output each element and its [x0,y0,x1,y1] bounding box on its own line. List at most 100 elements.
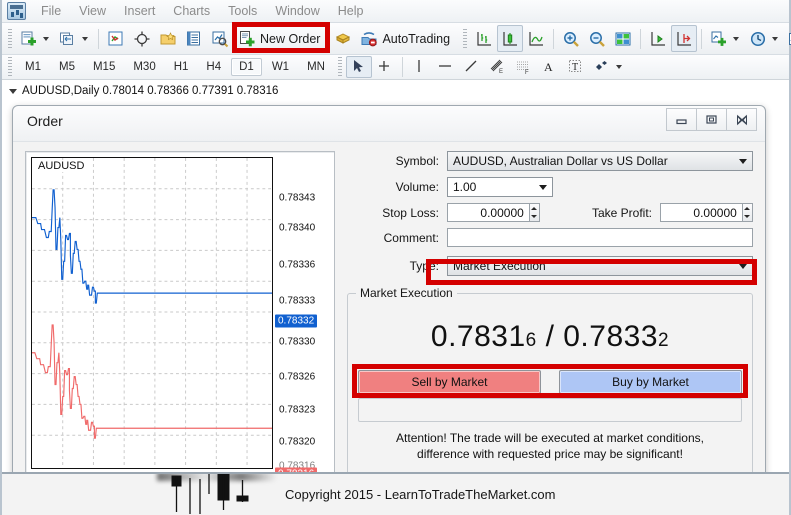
chevron-down-icon[interactable] [82,36,88,41]
text-label-button[interactable]: A [537,56,563,78]
axis-tick: 0.78336 [279,259,316,271]
menu-item-window[interactable]: Window [266,2,328,20]
vertical-line-button[interactable] [407,56,433,78]
fibonacci-icon: F [515,58,533,76]
close-icon [735,114,749,126]
chevron-down-icon[interactable] [43,36,49,41]
take-profit-input[interactable]: 0.00000 [660,203,743,222]
new-order-button[interactable]: New Order [233,25,330,52]
window-buttons [666,108,757,131]
crosshair-button[interactable] [129,25,155,52]
market-execution-group: Market Execution 0.78316 / 0.78332 Sell … [347,286,753,472]
timeframe-m1[interactable]: M1 [17,58,49,76]
symbol-combo[interactable]: AUDUSD, Australian Dollar vs US Dollar [447,151,753,171]
zoom-in-button[interactable] [558,25,584,52]
toolbar-grip-2[interactable] [463,28,468,49]
tools-grip[interactable] [337,57,342,77]
chevron-down-icon[interactable] [739,159,747,164]
tile-windows-icon [59,30,77,48]
fibonacci-button[interactable]: F [511,56,537,78]
menu-item-view[interactable]: View [70,2,115,20]
sell-by-market-button[interactable]: Sell by Market [358,370,541,394]
minimize-button[interactable] [666,108,697,131]
bid-price-fraction: 6 [525,330,537,351]
timeframe-d1[interactable]: D1 [231,58,262,76]
chevron-down-icon[interactable] [739,264,747,269]
metatrader-icon [7,2,26,20]
auto-scroll-button[interactable] [671,25,698,52]
chevron-down-icon[interactable] [772,36,779,41]
timeframe-h4[interactable]: H4 [198,58,229,76]
grid-icon [614,30,632,48]
stop-loss-input[interactable]: 0.00000 [447,203,530,222]
grid-button[interactable] [610,25,636,52]
timeframe-mn[interactable]: MN [299,58,333,76]
axis-tick: 0.78326 [279,371,316,383]
timeframe-m15[interactable]: M15 [85,58,123,76]
chevron-down-icon[interactable] [733,36,740,41]
line-chart-button[interactable] [523,25,549,52]
take-profit-stepper[interactable] [741,203,753,222]
autotrading-icon [360,30,378,48]
menu-item-help[interactable]: Help [329,2,373,20]
toolbar-separator-3 [640,28,642,49]
timeframe-m30[interactable]: M30 [125,58,163,76]
arrows-icon [593,58,611,76]
templates-button[interactable] [784,25,791,52]
terminal-button[interactable] [207,25,233,52]
chevron-down-icon[interactable] [9,88,17,94]
timeframe-h1[interactable]: H1 [166,58,197,76]
stop-loss-value: 0.00000 [480,205,524,220]
metatrader-window: File View Insert Charts Tools Window Hel… [0,0,791,515]
period-button[interactable] [745,25,784,52]
chevron-down-icon[interactable] [615,65,622,69]
restore-button[interactable] [696,108,727,131]
comment-input[interactable] [447,228,753,247]
cursor-tool-button[interactable] [345,56,372,78]
chart-shift-button[interactable] [645,25,671,52]
crosshair-tool-button[interactable] [372,56,398,78]
autotrading-button[interactable]: AutoTrading [356,25,459,52]
stop-loss-stepper[interactable] [528,203,540,222]
close-button[interactable] [726,108,757,131]
menu-item-tools[interactable]: Tools [219,2,266,20]
chevron-down-icon[interactable] [539,185,547,190]
horizontal-line-icon [437,58,455,76]
crosshair-icon [376,58,394,76]
timeframe-m5[interactable]: M5 [51,58,83,76]
buy-by-market-button[interactable]: Buy by Market [559,370,742,394]
axis-tick: 0.78330 [279,336,316,348]
menu-bar: File View Insert Charts Tools Window Hel… [2,0,789,23]
market-buttons-row: Sell by Market Buy by Market [358,370,742,394]
timeframe-grip[interactable] [8,57,12,77]
zoom-out-button[interactable] [584,25,610,52]
navigator-icon [159,30,177,48]
navigator-button[interactable] [155,25,181,52]
indicators-button[interactable] [706,25,745,52]
new-chart-button[interactable] [16,25,55,52]
type-row: Type: Market Execution [347,256,753,276]
timeframe-w1[interactable]: W1 [264,58,297,76]
market-price-display: 0.78316 / 0.78332 [348,320,752,354]
tick-chart-plot[interactable]: AUDUSD [31,157,273,469]
menu-item-insert[interactable]: Insert [115,2,164,20]
tile-windows-button[interactable] [55,25,94,52]
menu-item-file[interactable]: File [32,2,70,20]
candlestick-chart-button[interactable] [497,25,524,52]
volume-combo[interactable]: 1.00 [447,177,553,197]
toolbar-grip[interactable] [8,28,12,49]
expert-advisor-button[interactable] [330,25,356,52]
tick-chart-price-axis: 0.78343 0.78340 0.78336 0.78333 0.78332 … [273,157,329,472]
arrows-button[interactable] [589,56,628,78]
trendline-button[interactable] [459,56,485,78]
data-window-button[interactable] [181,25,207,52]
menu-item-charts[interactable]: Charts [164,2,219,20]
equidistant-channel-button[interactable]: E [485,56,511,78]
order-type-combo[interactable]: Market Execution [447,256,753,276]
horizontal-line-button[interactable] [433,56,459,78]
zoom-out-icon [588,30,606,48]
text-button[interactable]: T [563,56,589,78]
bar-chart-button[interactable] [471,25,497,52]
market-watch-button[interactable] [103,25,129,52]
indicators-icon [710,30,728,48]
